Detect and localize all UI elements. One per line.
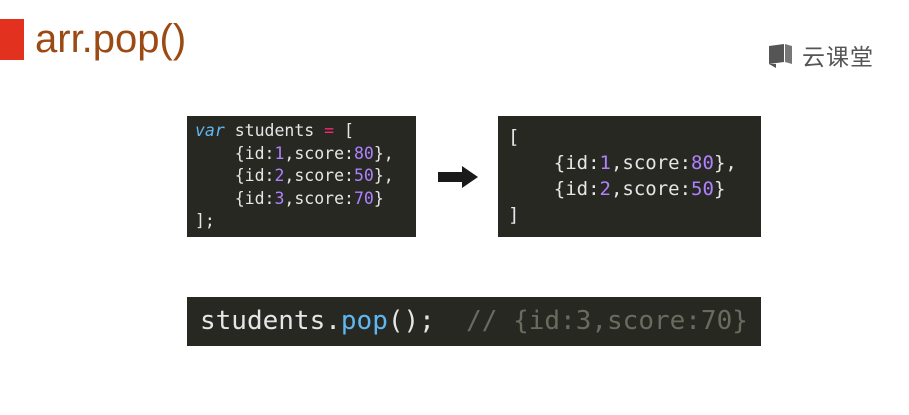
pop-call-code-box: students.pop(); // {id:3,score:70}	[187, 297, 761, 346]
code-text: {id:	[508, 178, 600, 200]
method-name: pop	[340, 306, 388, 336]
score-number: 70	[353, 188, 374, 208]
score-number: 80	[353, 143, 374, 163]
assign-operator: =	[324, 121, 335, 140]
code-line: {id:1,score:80},	[195, 143, 416, 166]
code-text: },	[713, 152, 737, 174]
score-number: 50	[353, 166, 374, 185]
code-text: },	[373, 166, 394, 185]
code-line: [	[508, 126, 520, 148]
code-text: },	[373, 143, 394, 163]
score-number: 50	[691, 178, 714, 200]
code-line: students.pop(); // {id:3,score:70}	[200, 297, 761, 346]
logo-text: 云课堂	[802, 45, 874, 71]
code-text: {id:	[195, 143, 275, 163]
variable-name: students	[224, 121, 325, 140]
code-line: {id:3,score:70}	[195, 188, 416, 211]
code-line: ]	[508, 204, 520, 226]
code-line: {id:1,score:80},	[508, 150, 761, 176]
code-text: ,score:	[284, 188, 354, 208]
code-line: {id:2,score:50},	[195, 165, 416, 188]
right-arrow-icon	[438, 166, 478, 188]
score-number: 80	[691, 152, 714, 174]
code-line: {id:2,score:50}	[508, 176, 761, 202]
code-text: ,score:	[610, 178, 692, 200]
code-text: }	[713, 178, 726, 200]
cloud-classroom-logo-icon	[769, 44, 792, 68]
result-comment: // {id:3,score:70}	[434, 306, 748, 336]
code-text: {id:	[195, 166, 275, 185]
code-text: ,score:	[284, 143, 354, 163]
code-text: }	[373, 188, 384, 208]
code-line: ];	[195, 211, 215, 230]
object-name: students.	[200, 306, 341, 336]
id-number: 2	[599, 178, 611, 200]
open-bracket: [	[334, 121, 354, 140]
id-number: 1	[274, 143, 285, 163]
code-text: {id:	[508, 152, 600, 174]
id-number: 3	[274, 188, 285, 208]
code-line: var students = [	[195, 120, 416, 143]
var-keyword: var	[195, 121, 225, 140]
title-accent-bar	[0, 19, 24, 60]
id-number: 2	[274, 166, 285, 185]
call-tail: ();	[387, 306, 435, 336]
code-text: ,score:	[610, 152, 692, 174]
slide-title: arr.pop()	[35, 17, 187, 61]
before-code-box: var students = [ {id:1,score:80}, {id:2,…	[187, 116, 416, 237]
code-text: {id:	[195, 188, 275, 208]
after-code-box: [ {id:1,score:80}, {id:2,score:50} ]	[498, 116, 761, 237]
code-text: ,score:	[284, 166, 354, 185]
logo: 云课堂	[766, 40, 874, 71]
id-number: 1	[599, 152, 611, 174]
